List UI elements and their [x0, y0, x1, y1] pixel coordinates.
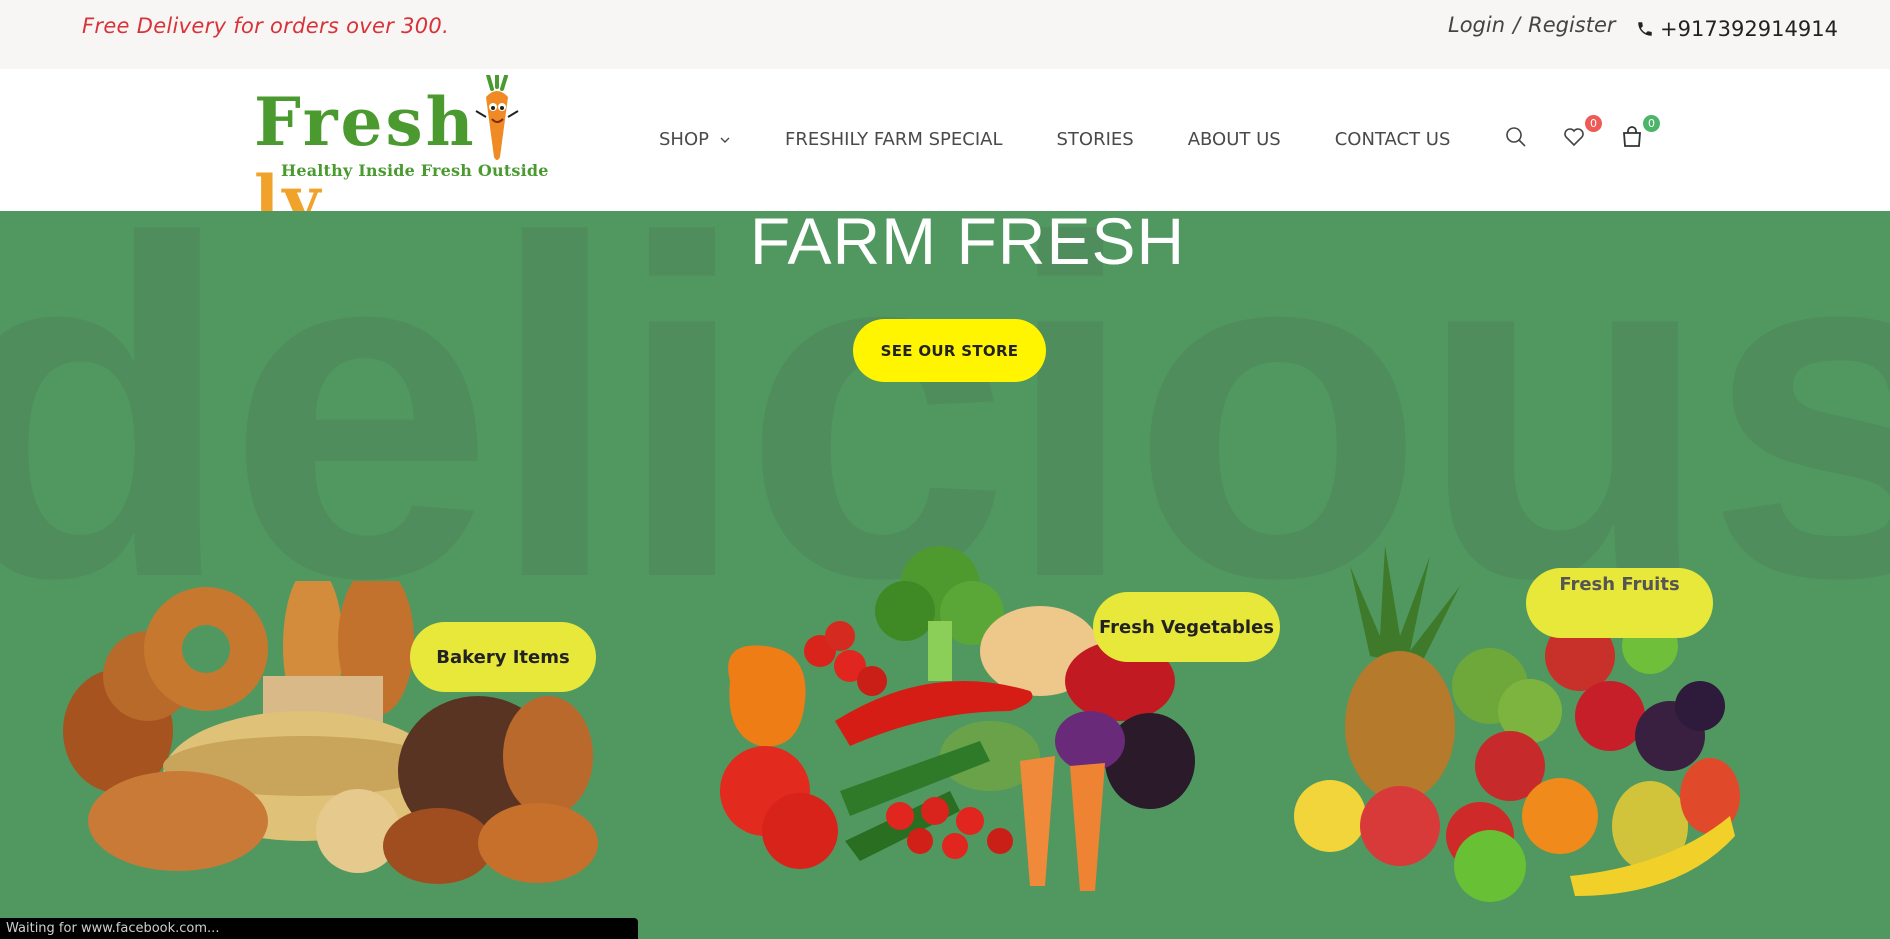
register-link[interactable]: Register — [1528, 13, 1615, 37]
search-button[interactable] — [1504, 125, 1528, 149]
nav-item-farm-special[interactable]: FRESHILY FARM SPECIAL — [785, 129, 1003, 150]
nav-item-stories[interactable]: STORIES — [1057, 129, 1134, 150]
chevron-down-icon — [720, 137, 730, 143]
search-icon — [1506, 127, 1526, 147]
category-bakery-items[interactable]: Bakery Items — [410, 622, 596, 692]
nav-item-shop-label: SHOP — [659, 129, 709, 150]
phone-number: +917392914914 — [1660, 17, 1838, 41]
free-delivery-promo: Free Delivery for orders over 300. — [82, 14, 450, 38]
login-separator: / — [1513, 13, 1521, 37]
freshily-logo[interactable]: Freshly Healthy Inside Fresh Outside — [254, 75, 574, 239]
cart-button[interactable]: 0 — [1620, 115, 1660, 149]
wishlist-button[interactable]: 0 — [1562, 115, 1602, 149]
account-links: Login / Register — [1448, 13, 1616, 37]
main-navigation: SHOP FRESHILY FARM SPECIAL STORIES ABOUT… — [659, 129, 1450, 150]
top-bar: Free Delivery for orders over 300. Login… — [0, 0, 1890, 69]
carrot-mascot-icon — [475, 75, 519, 160]
phone-contact[interactable]: +917392914914 — [1636, 17, 1838, 41]
hero-title: FARM FRESH — [749, 211, 1186, 278]
main-header: Freshly Healthy Inside Fresh Outside SHO… — [0, 69, 1890, 239]
nav-item-contact-us[interactable]: CONTACT US — [1335, 129, 1451, 150]
logo-word-start: Fresh — [254, 83, 477, 161]
browser-status-bar: Waiting for www.facebook.com... — [0, 918, 638, 939]
status-text: Waiting for www.facebook.com... — [6, 921, 220, 936]
heart-icon — [1564, 128, 1584, 147]
category-fresh-vegetables[interactable]: Fresh Vegetables — [1093, 592, 1280, 662]
bag-icon — [1623, 126, 1641, 147]
nav-item-about-us[interactable]: ABOUT US — [1188, 129, 1281, 150]
cart-count-badge: 0 — [1643, 115, 1660, 132]
phone-icon — [1638, 22, 1652, 36]
category-fresh-fruits-label: Fresh Fruits — [1559, 574, 1680, 595]
login-link[interactable]: Login — [1448, 13, 1505, 37]
header-actions: 0 0 — [1504, 115, 1660, 149]
wishlist-count-badge: 0 — [1585, 115, 1602, 132]
logo-tagline: Healthy Inside Fresh Outside — [281, 161, 549, 180]
hero-section: delicious FARM FRESH SEE OUR STORE Baker… — [0, 211, 1890, 939]
category-fresh-fruits[interactable]: Fresh Fruits — [1526, 568, 1713, 638]
see-our-store-button[interactable]: SEE OUR STORE — [853, 319, 1046, 382]
nav-item-shop[interactable]: SHOP — [659, 129, 731, 150]
